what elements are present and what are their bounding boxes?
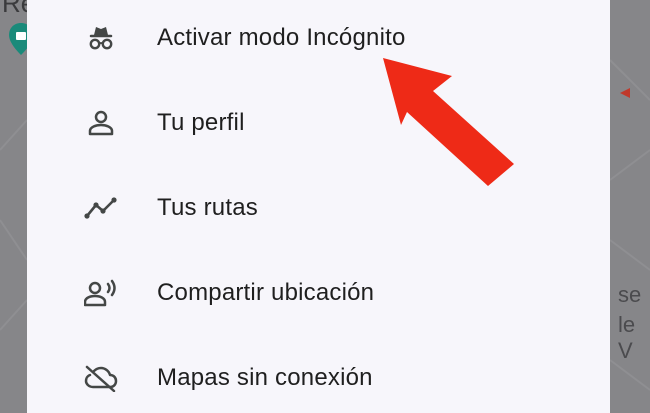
map-label-right-1: se: [618, 282, 642, 307]
menu-label-incognito: Activar modo Incógnito: [157, 24, 406, 51]
map-marker-red: [620, 88, 630, 98]
share-location-icon: [83, 275, 119, 311]
menu-item-profile[interactable]: Tu perfil: [27, 81, 610, 165]
incognito-icon: [83, 20, 119, 56]
menu-label-share-location: Compartir ubicación: [157, 279, 375, 306]
menu-item-share-location[interactable]: Compartir ubicación: [27, 251, 610, 335]
map-label-right-2: le V: [618, 312, 636, 363]
menu-label-profile: Tu perfil: [157, 109, 245, 136]
timeline-icon: [83, 190, 119, 226]
person-icon: [83, 105, 119, 141]
account-menu: Activar modo Incógnito Tu perfil Tus rut…: [27, 0, 610, 413]
screen: Re se le V Activar modo Incógnito Tu per…: [0, 0, 650, 413]
menu-label-timeline: Tus rutas: [157, 194, 258, 221]
cloud-off-icon: [83, 360, 119, 396]
menu-item-offline-maps[interactable]: Mapas sin conexión: [27, 336, 610, 413]
menu-item-timeline[interactable]: Tus rutas: [27, 166, 610, 250]
menu-item-incognito[interactable]: Activar modo Incógnito: [27, 0, 610, 80]
menu-label-offline-maps: Mapas sin conexión: [157, 364, 373, 391]
